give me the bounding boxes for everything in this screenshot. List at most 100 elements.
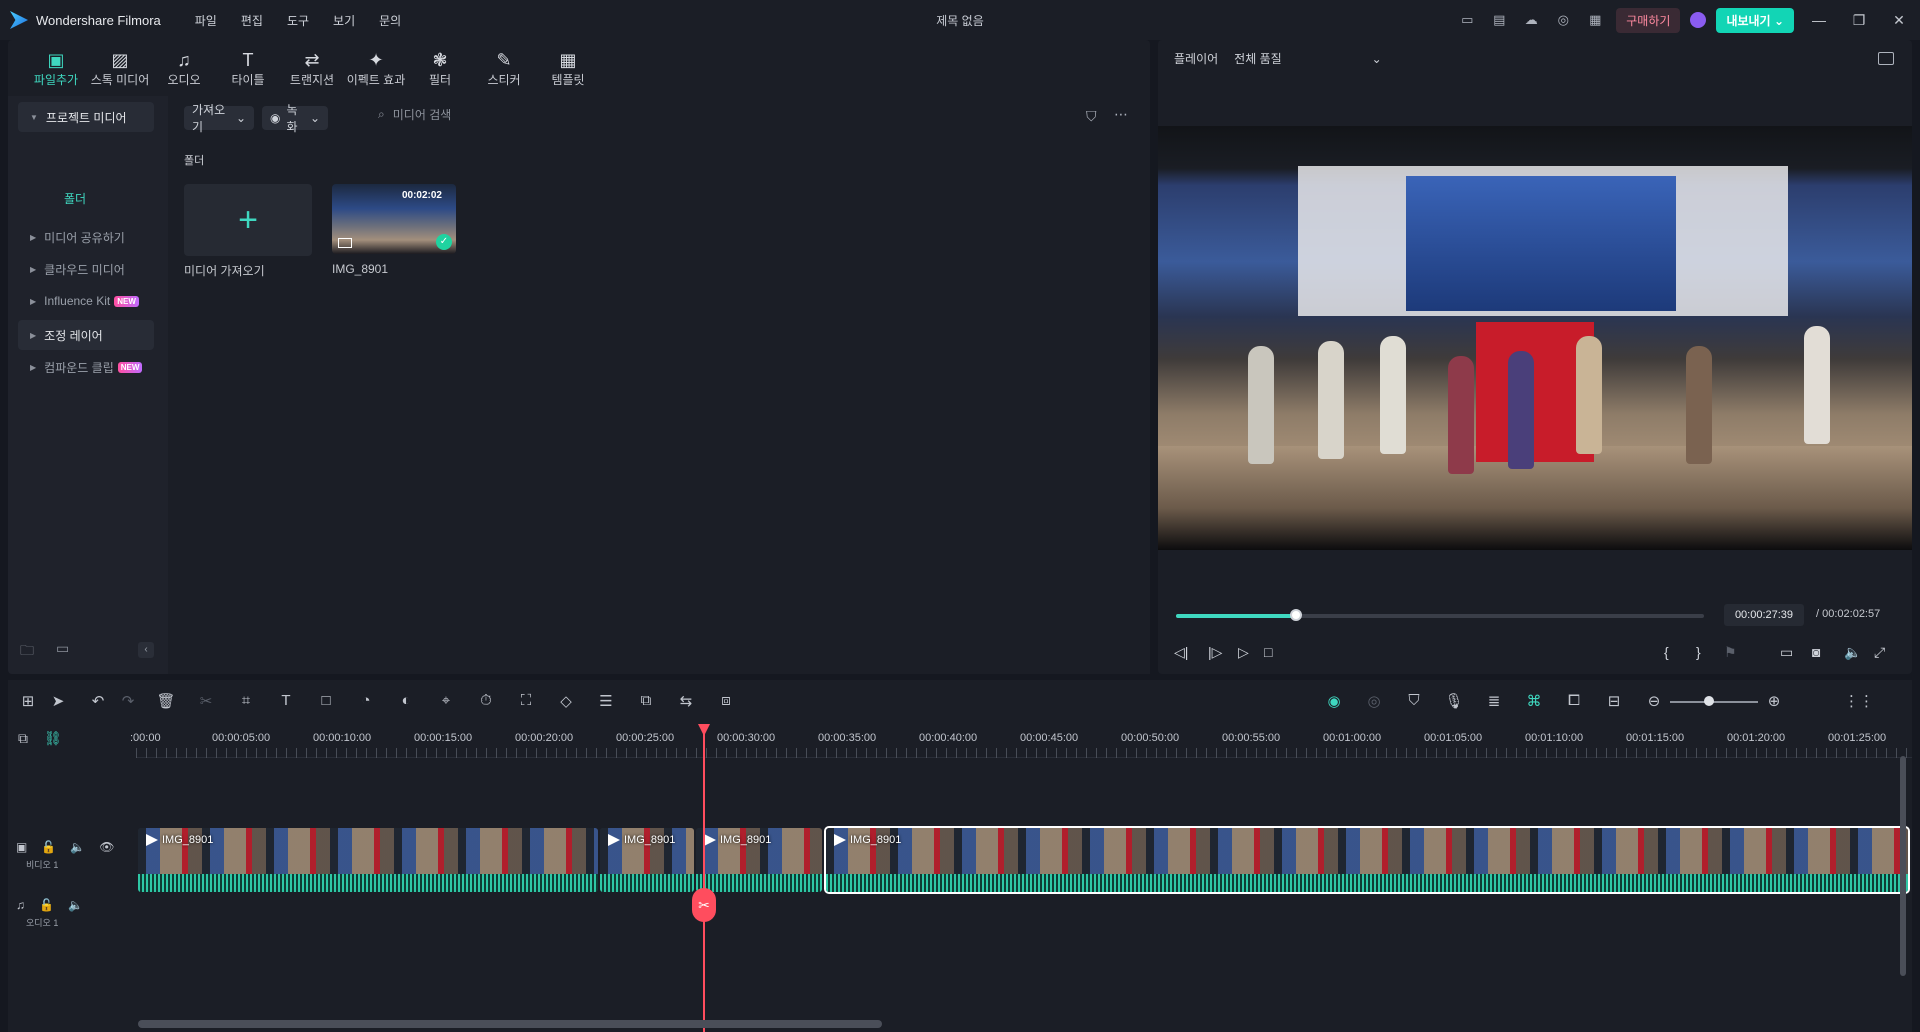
timeline-clip-selected[interactable]: IMG_8901 bbox=[824, 826, 1910, 894]
shape-icon[interactable]: □ bbox=[316, 692, 336, 709]
scope-icon[interactable] bbox=[1878, 52, 1894, 65]
tab-filter[interactable]: ❃ 필터 bbox=[410, 40, 470, 96]
cut-icon[interactable]: ✂ bbox=[196, 692, 216, 710]
restore-icon[interactable]: ❐ bbox=[1844, 12, 1874, 29]
sidebar-item-cloud-media[interactable]: ▶ 클라우드 미디어 bbox=[18, 254, 154, 284]
apps-grid-icon[interactable]: ▦ bbox=[1584, 9, 1606, 31]
menu-tools[interactable]: 도구 bbox=[287, 12, 309, 29]
add-track-icon[interactable]: ⧉ bbox=[18, 730, 28, 747]
tab-title[interactable]: T 타이틀 bbox=[218, 40, 278, 96]
timeline-clip[interactable]: IMG_8901 bbox=[600, 828, 694, 892]
menu-view[interactable]: 보기 bbox=[333, 12, 355, 29]
snap-icon[interactable]: ⌘ bbox=[1524, 692, 1544, 710]
record-dropdown[interactable]: ◉ 녹화 ⌄ bbox=[262, 103, 328, 134]
pip-icon[interactable]: ⧠ bbox=[1564, 692, 1584, 709]
menu-edit[interactable]: 편집 bbox=[241, 12, 263, 29]
volume-icon[interactable]: 🔈 bbox=[70, 840, 85, 854]
import-dropdown[interactable]: 가져오기 ⌄ bbox=[184, 103, 254, 134]
play-icon[interactable]: ▷ bbox=[1238, 644, 1249, 661]
sidebar-item-shared-media[interactable]: ▶ 미디어 공유하기 bbox=[18, 222, 154, 252]
close-icon[interactable]: ✕ bbox=[1884, 12, 1914, 29]
tab-transition[interactable]: ⇄ 트랜지션 bbox=[282, 40, 342, 96]
lock-icon[interactable]: 🔓 bbox=[39, 898, 54, 912]
delete-icon[interactable]: 🗑 bbox=[156, 692, 176, 710]
zoom-slider[interactable] bbox=[1670, 701, 1758, 703]
sidebar-item-project-media[interactable]: ▼ 프로젝트 미디어 bbox=[18, 102, 154, 132]
play-reverse-icon[interactable]: |▷ bbox=[1208, 644, 1222, 661]
lock-icon[interactable]: 🔓 bbox=[41, 840, 56, 854]
volume-icon[interactable]: 🔈 bbox=[68, 898, 83, 912]
color-icon[interactable]: ◐ bbox=[396, 692, 416, 709]
undo-icon[interactable]: ↶ bbox=[88, 692, 108, 710]
video-preview[interactable] bbox=[1158, 126, 1912, 550]
freeze-icon[interactable]: ⧈ bbox=[716, 692, 736, 709]
media-search[interactable]: ⌕ 미디어 검색 bbox=[378, 106, 451, 123]
mark-out-icon[interactable]: } bbox=[1696, 644, 1701, 660]
sidebar-item-folder[interactable]: 폴더 bbox=[64, 190, 86, 207]
snapshot-icon[interactable]: ◙ bbox=[1812, 644, 1820, 660]
search-input[interactable]: 미디어 검색 bbox=[393, 106, 452, 123]
tab-stock-media[interactable]: ▨ 스톡 미디어 bbox=[90, 40, 150, 96]
layout-grid-icon[interactable]: ⊞ bbox=[18, 692, 38, 710]
quality-dropdown[interactable]: 전체 품질 ⌄ bbox=[1234, 50, 1382, 67]
fit-icon[interactable]: ⛶ bbox=[516, 692, 536, 709]
sidebar-item-influence-kit[interactable]: ▶ Influence Kit NEW bbox=[18, 286, 154, 316]
volume-icon[interactable]: 🔈 bbox=[1844, 644, 1861, 661]
tab-template[interactable]: ▦ 템플릿 bbox=[538, 40, 598, 96]
split-view-icon[interactable]: ⊟ bbox=[1604, 692, 1624, 710]
cloud-icon[interactable]: ☁ bbox=[1520, 9, 1542, 31]
horizontal-scrollbar[interactable] bbox=[138, 1020, 882, 1028]
layout-icon[interactable]: ▭ bbox=[1456, 9, 1478, 31]
playback-progress[interactable] bbox=[1176, 609, 1704, 621]
avatar[interactable] bbox=[1690, 12, 1707, 28]
vertical-scrollbar[interactable] bbox=[1900, 756, 1906, 976]
minimize-icon[interactable]: — bbox=[1804, 12, 1834, 28]
menu-file[interactable]: 파일 bbox=[195, 12, 217, 29]
sidebar-item-adjustment-layer[interactable]: ▶ 조정 레이어 bbox=[18, 320, 154, 350]
zoom-in-icon[interactable]: ⊕ bbox=[1764, 692, 1784, 710]
tab-effects[interactable]: ✦ 이펙트 효과 bbox=[346, 40, 406, 96]
columns-icon[interactable]: ⋮⋮ bbox=[1844, 692, 1874, 710]
export-button[interactable]: 내보내기 ⌄ bbox=[1716, 7, 1794, 33]
sidebar-item-compound-clip[interactable]: ▶ 컴파운드 클립 NEW bbox=[18, 352, 154, 382]
timeline-clip[interactable]: IMG_8901 bbox=[138, 828, 598, 892]
ai-icon[interactable]: ◉ bbox=[1324, 692, 1344, 710]
progress-knob[interactable] bbox=[1289, 609, 1302, 621]
fullscreen-icon[interactable]: ⤢ bbox=[1874, 644, 1885, 661]
headset-icon[interactable]: ◎ bbox=[1552, 9, 1574, 31]
filter-sort-icon[interactable]: ⛉ bbox=[1086, 108, 1097, 125]
zoom-out-icon[interactable]: ⊖ bbox=[1644, 692, 1664, 710]
folder-icon[interactable]: ▭ bbox=[56, 640, 69, 664]
display-icon[interactable]: ▭ bbox=[1780, 644, 1793, 661]
timer-icon[interactable]: ⏱ bbox=[476, 692, 496, 709]
adjust-icon[interactable]: ☰ bbox=[596, 692, 616, 710]
zoom-slider-knob[interactable] bbox=[1704, 696, 1714, 706]
tab-audio[interactable]: ♫ 오디오 bbox=[154, 40, 214, 96]
media-thumbnail[interactable]: 00:02:02 ✓ bbox=[332, 184, 456, 254]
timeline-clip[interactable]: IMG_8901 bbox=[696, 828, 822, 892]
speed-icon[interactable]: ◔ bbox=[356, 692, 376, 709]
compound-icon[interactable]: ⧉ bbox=[636, 692, 656, 709]
replace-icon[interactable]: ⇆ bbox=[676, 692, 696, 710]
redo-icon[interactable]: ↷ bbox=[118, 692, 138, 710]
mark-in-icon[interactable]: { bbox=[1664, 644, 1669, 660]
stop-icon[interactable]: □ bbox=[1264, 644, 1272, 660]
split-scissors-icon[interactable]: ✂ bbox=[692, 888, 716, 922]
new-folder-icon[interactable]: 🗀 bbox=[20, 640, 34, 664]
microphone-icon[interactable]: 🎙 bbox=[1444, 692, 1464, 710]
playhead[interactable] bbox=[703, 724, 705, 1032]
crop-icon[interactable]: ⌗ bbox=[236, 692, 256, 709]
link-icon[interactable]: ⛓ bbox=[44, 730, 62, 747]
shield-icon[interactable]: ⛉ bbox=[1404, 692, 1424, 709]
menu-help[interactable]: 문의 bbox=[379, 12, 401, 29]
more-options-icon[interactable]: ⋯ bbox=[1114, 106, 1128, 123]
timeline-ruler[interactable]: :00:00 00:00:05:00 00:00:10:00 00:00:15:… bbox=[130, 724, 1912, 758]
voiceover-icon[interactable]: ≣ bbox=[1484, 692, 1504, 710]
buy-button[interactable]: 구매하기 bbox=[1616, 7, 1681, 33]
text-icon[interactable]: T bbox=[276, 692, 296, 709]
save-icon[interactable]: ▤ bbox=[1488, 9, 1510, 31]
tab-import[interactable]: ▣ 파일추가 bbox=[26, 40, 86, 96]
tab-sticker[interactable]: ✎ 스티커 bbox=[474, 40, 534, 96]
eye-icon[interactable]: 👁 bbox=[99, 840, 114, 854]
marker-icon[interactable]: ⚑ bbox=[1724, 644, 1737, 661]
